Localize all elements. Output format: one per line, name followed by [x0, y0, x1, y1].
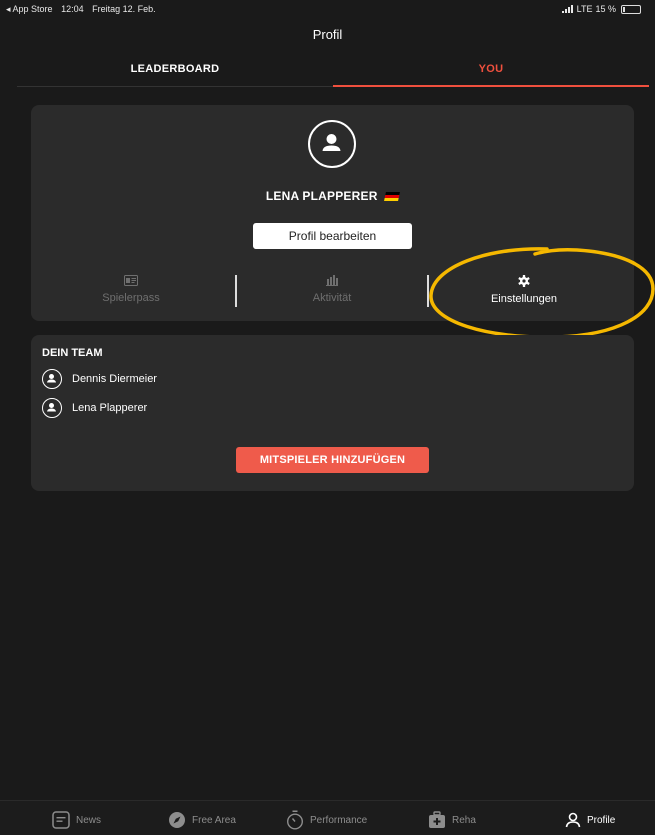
- quicklink-label: Einstellungen: [490, 293, 558, 305]
- nav-label: Reha: [452, 814, 476, 826]
- germany-flag-icon: [384, 192, 401, 201]
- status-right: LTE 15 %: [561, 4, 641, 14]
- member-avatar-icon: [42, 369, 62, 389]
- tab-bar: LEADERBOARD YOU: [17, 51, 649, 87]
- nav-label: News: [76, 814, 102, 826]
- nav-label: Free Area: [192, 814, 236, 826]
- team-section-title: DEIN TEAM: [42, 347, 103, 359]
- id-card-icon: [124, 275, 138, 286]
- team-member[interactable]: Dennis Diermeier: [42, 369, 157, 389]
- quicklink-einstellungen[interactable]: Einstellungen: [424, 265, 624, 315]
- status-left: ◂ App Store 12:04 Freitag 12. Feb.: [6, 4, 162, 15]
- compass-icon: [169, 812, 185, 828]
- nav-label: Performance: [310, 814, 368, 826]
- news-icon: [52, 811, 70, 829]
- nav-free-area[interactable]: Free Area: [168, 809, 236, 831]
- quicklink-label: Spielerpass: [102, 292, 160, 304]
- tab-leaderboard[interactable]: LEADERBOARD: [17, 51, 333, 87]
- profile-name: LENA PLAPPERER: [31, 189, 634, 203]
- profile-avatar-icon: [308, 120, 356, 168]
- profile-card: LENA PLAPPERER Profil bearbeiten Spieler…: [31, 105, 634, 321]
- status-bar: ◂ App Store 12:04 Freitag 12. Feb. LTE 1…: [0, 0, 655, 20]
- add-teammate-button[interactable]: MITSPIELER HINZUFÜGEN: [236, 447, 429, 473]
- profile-name-text: LENA PLAPPERER: [265, 189, 378, 203]
- status-date: Freitag 12. Feb.: [92, 4, 156, 14]
- nav-profile[interactable]: Profile: [565, 809, 615, 831]
- page-title: Profil: [312, 27, 343, 42]
- status-time: 12:04: [61, 4, 84, 14]
- nav-reha[interactable]: Reha: [428, 809, 476, 831]
- bottom-navigation: News Free Area Performance Reha Profile: [0, 800, 655, 835]
- battery-level: [623, 6, 625, 12]
- gear-icon: [518, 275, 530, 287]
- team-card: DEIN TEAM Dennis Diermeier Lena Plappere…: [31, 335, 634, 491]
- bar-chart-icon: [326, 275, 338, 286]
- stopwatch-icon: [286, 810, 304, 830]
- member-name: Lena Plapperer: [72, 402, 148, 414]
- edit-profile-button[interactable]: Profil bearbeiten: [253, 223, 412, 249]
- member-avatar-icon: [42, 398, 62, 418]
- signal-icon: [561, 5, 573, 13]
- profile-quicklinks: Spielerpass Aktivität Einstellungen: [31, 265, 634, 315]
- user-icon: [565, 812, 581, 828]
- quicklink-label: Aktivität: [312, 292, 352, 304]
- tab-you[interactable]: YOU: [333, 51, 649, 87]
- network-type: LTE: [576, 4, 593, 14]
- back-to-app-store-link[interactable]: ◂ App Store: [6, 4, 53, 14]
- nav-performance[interactable]: Performance: [286, 809, 367, 831]
- battery-icon: [621, 4, 641, 14]
- team-member[interactable]: Lena Plapperer: [42, 398, 147, 418]
- member-name: Dennis Diermeier: [72, 373, 157, 385]
- nav-news[interactable]: News: [52, 809, 101, 831]
- quicklink-spielerpass[interactable]: Spielerpass: [31, 265, 231, 315]
- medical-kit-icon: [429, 811, 445, 828]
- battery-percent: 15 %: [595, 4, 616, 14]
- nav-label: Profile: [587, 814, 616, 826]
- quicklink-aktivitaet[interactable]: Aktivität: [232, 265, 432, 315]
